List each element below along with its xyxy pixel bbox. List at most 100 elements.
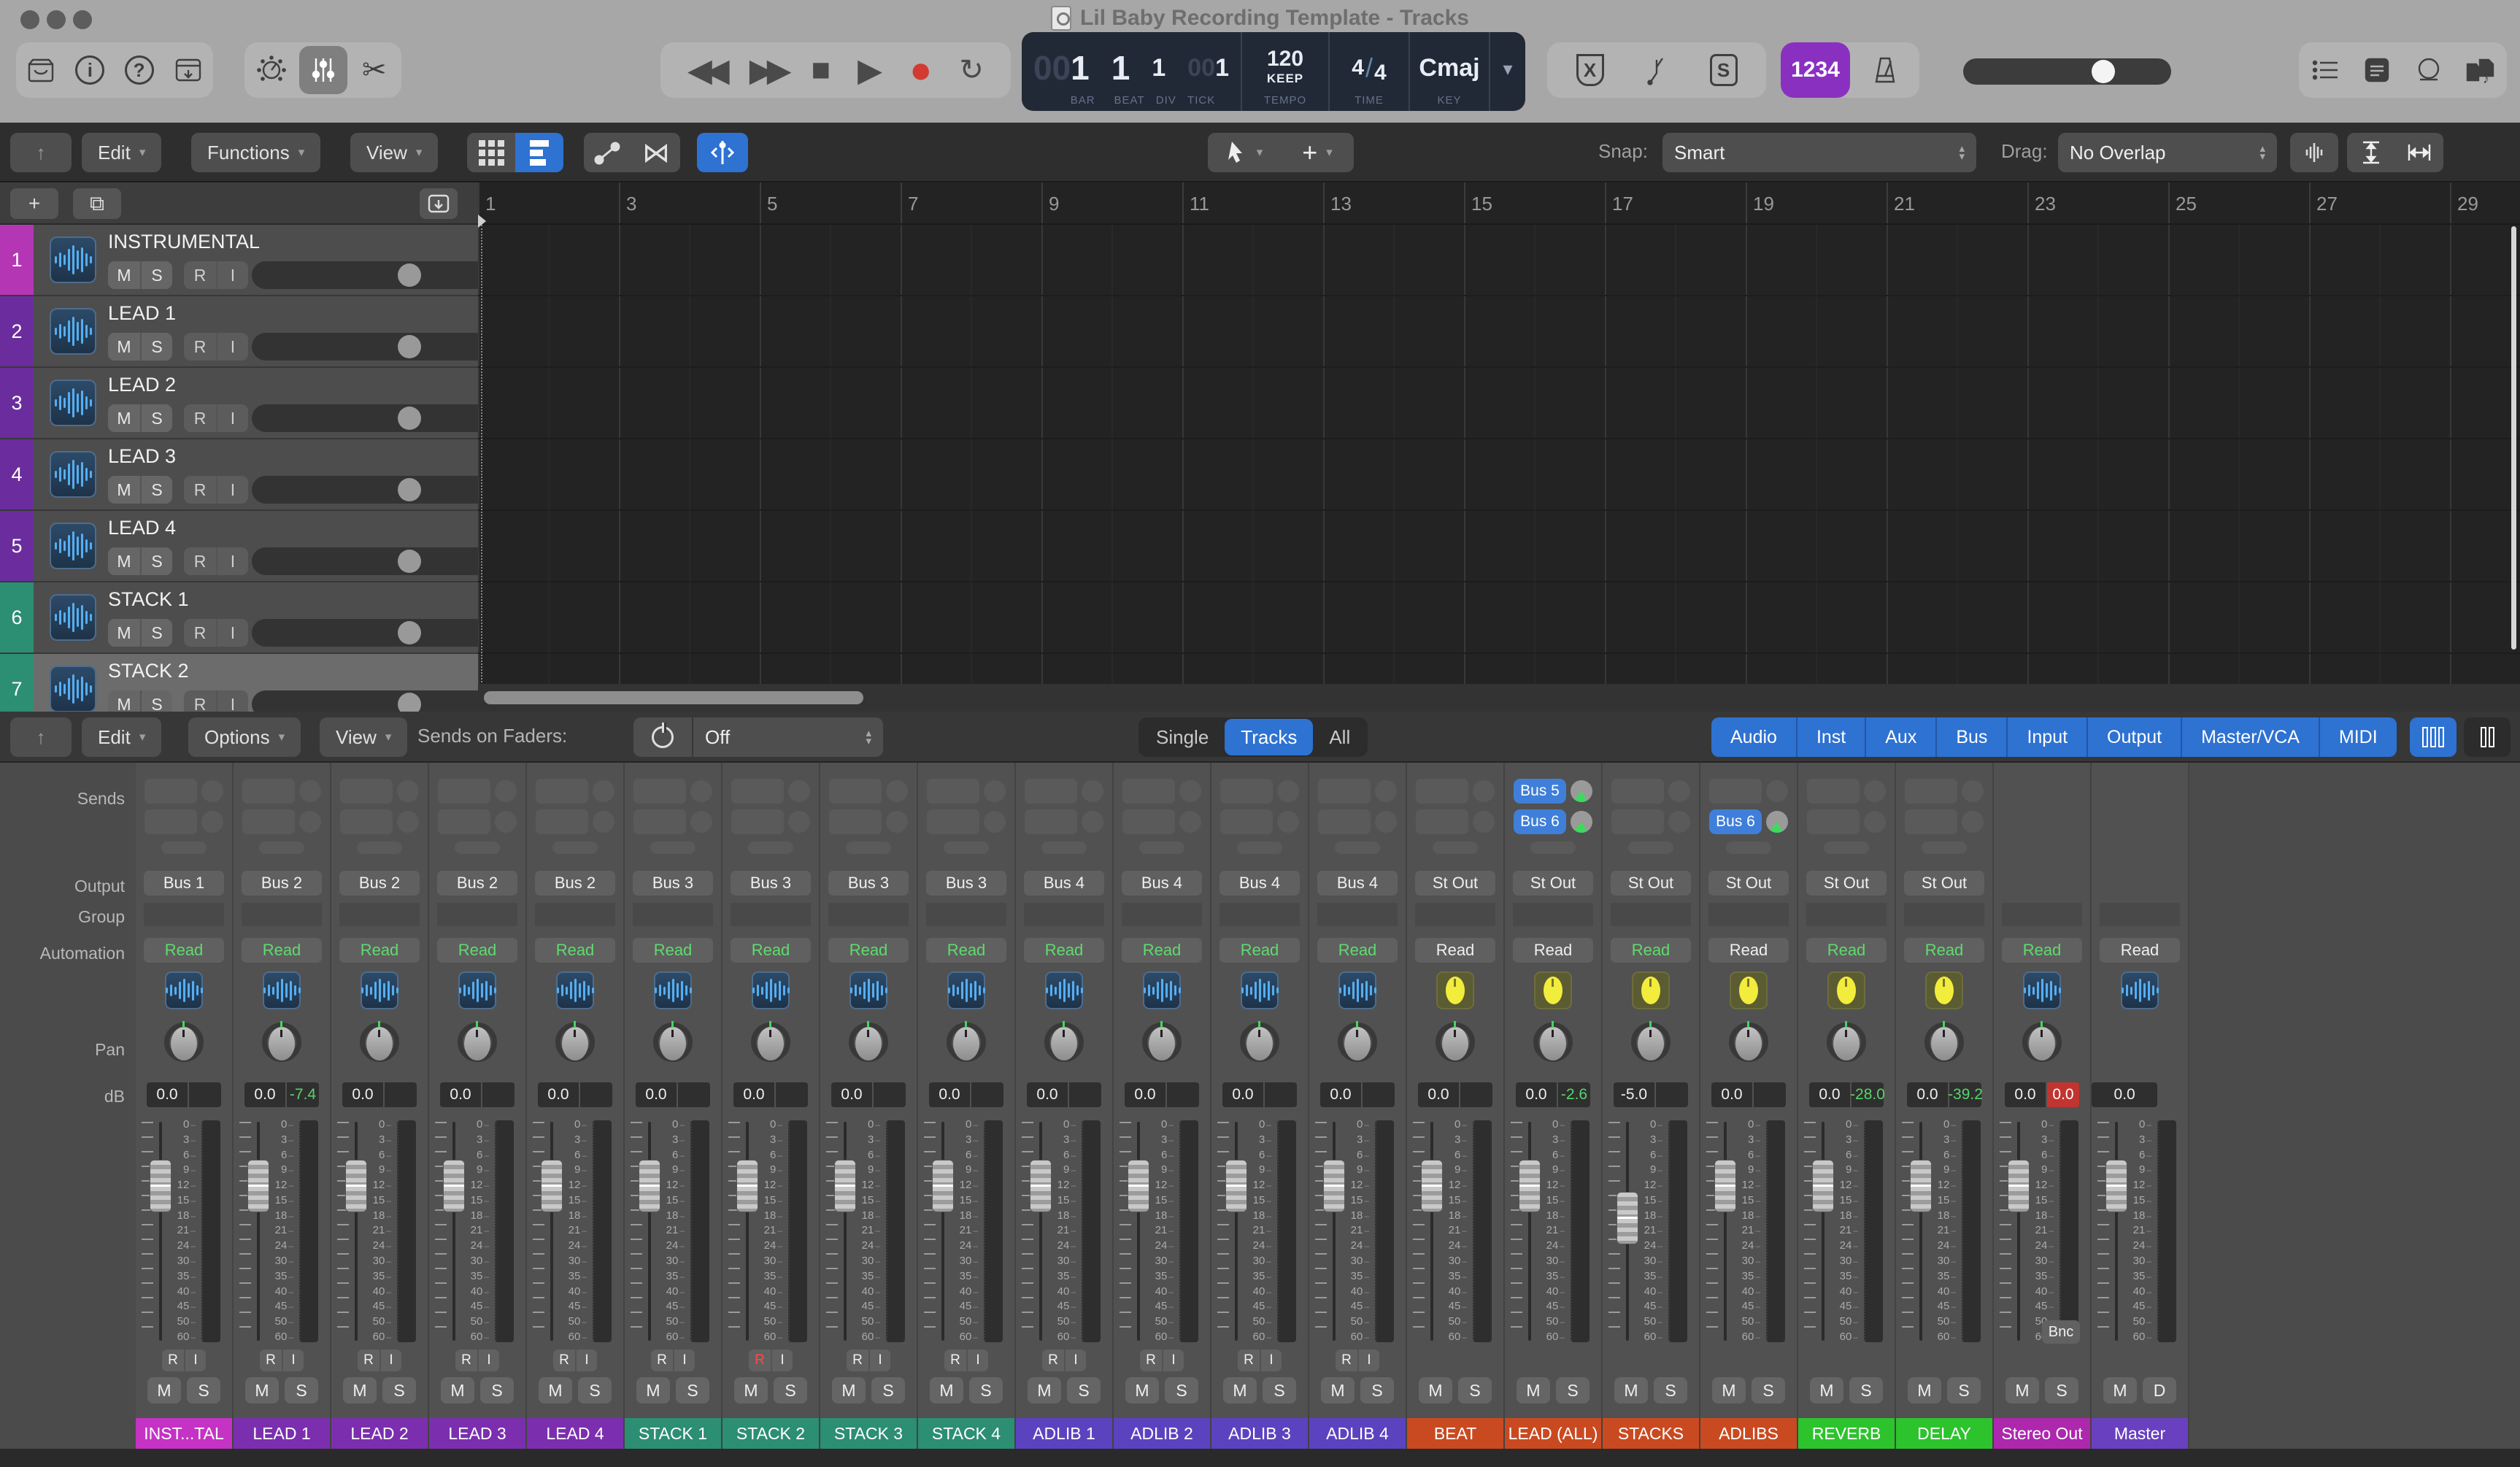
send-knob-icon[interactable] <box>201 780 223 802</box>
automation-mode-button[interactable]: Read <box>1708 938 1789 963</box>
send-slot-2[interactable] <box>1603 809 1699 834</box>
duplicate-track-button[interactable]: ⧉ <box>73 188 121 219</box>
channel-strip[interactable]: Bus 1 Read 0.0 0369121518212430354045506… <box>136 763 234 1449</box>
group-slot[interactable] <box>1611 903 1691 926</box>
send-knob-icon[interactable] <box>984 811 1006 833</box>
channel-name-label[interactable]: DELAY <box>1896 1418 1992 1449</box>
fader-handle[interactable] <box>1128 1160 1149 1212</box>
volume-value[interactable]: 0.0 <box>1418 1082 1459 1107</box>
inspector-info-icon[interactable]: i <box>66 46 114 94</box>
pointer-tool-menu[interactable]: ▾ <box>1208 133 1281 172</box>
filter-inst[interactable]: Inst <box>1797 717 1866 757</box>
record-enable-button[interactable]: R <box>184 261 216 289</box>
automation-mode-button[interactable]: Read <box>437 938 517 963</box>
peak-level-value[interactable]: 0.0 <box>2047 1082 2079 1107</box>
channel-strip[interactable]: Bus 2 Read 0.0 0369121518212430354045506… <box>331 763 429 1449</box>
send-slot-3[interactable] <box>1700 842 1797 854</box>
input-monitor-button[interactable]: I <box>1260 1349 1282 1371</box>
pan-knob[interactable] <box>849 1023 888 1063</box>
notes-icon[interactable] <box>2353 46 2401 94</box>
stop-button[interactable]: ■ <box>811 52 831 88</box>
volume-value[interactable]: 0.0 <box>929 1082 970 1107</box>
group-slot[interactable] <box>1219 903 1300 926</box>
channel-name-label[interactable]: ADLIB 4 <box>1309 1418 1406 1449</box>
fader-handle[interactable] <box>639 1160 660 1212</box>
record-enable-button[interactable]: R <box>184 476 216 504</box>
input-monitor-button[interactable]: I <box>216 476 248 504</box>
track-row[interactable]: 1 INSTRUMENTAL M S R I <box>0 225 478 296</box>
automation-mode-button[interactable]: Read <box>828 938 909 963</box>
record-enable-button[interactable]: R <box>1336 1349 1357 1371</box>
send-slot-2[interactable]: Bus 6 <box>1700 809 1797 834</box>
fader-handle[interactable] <box>2105 1160 2127 1212</box>
send-slot-1[interactable] <box>723 779 819 804</box>
fader-handle[interactable] <box>1812 1160 1834 1212</box>
fader-handle[interactable] <box>1714 1160 1736 1212</box>
track-number[interactable]: 1 <box>0 225 34 295</box>
editors-scissors-icon[interactable]: ✂ <box>350 46 398 94</box>
record-enable-button[interactable]: R <box>1042 1349 1064 1371</box>
mixer-view-mode-single[interactable]: Single <box>1140 719 1225 755</box>
send-knob-icon[interactable] <box>593 780 614 802</box>
track-name[interactable]: LEAD 1 <box>108 302 176 325</box>
solo-button[interactable]: S <box>140 547 172 575</box>
input-monitor-button[interactable]: I <box>216 619 248 647</box>
send-slot-2[interactable] <box>234 809 330 834</box>
track-row[interactable]: 4 LEAD 3 M S R I <box>0 439 478 511</box>
track-volume-slider[interactable] <box>252 404 493 432</box>
track-row[interactable]: 6 STACK 1 M S R I <box>0 582 478 654</box>
loop-browser-icon[interactable] <box>2405 46 2453 94</box>
volume-value[interactable]: 0.0 <box>1222 1082 1263 1107</box>
record-enable-button[interactable]: R <box>553 1349 575 1371</box>
solo-button[interactable]: S <box>1165 1377 1198 1404</box>
automation-mode-button[interactable]: Read <box>2100 938 2180 963</box>
record-enable-button[interactable]: R <box>184 547 216 575</box>
volume-value[interactable]: 0.0 <box>1027 1082 1068 1107</box>
send-knob-icon[interactable] <box>1375 780 1397 802</box>
solo-button[interactable]: S <box>187 1377 220 1404</box>
bar-ruler[interactable]: 1357911131517192123252729 <box>478 182 2520 225</box>
send-slot-2[interactable] <box>820 809 917 834</box>
send-slot-2[interactable] <box>1016 809 1112 834</box>
send-knob-icon[interactable] <box>1864 811 1886 833</box>
track-name[interactable]: STACK 2 <box>108 660 189 682</box>
lcd-position[interactable]: 001 1 1 001 BAR BEAT DIV TICK <box>1022 32 1241 111</box>
vertical-scrollbar-thumb[interactable] <box>2511 226 2516 650</box>
volume-value[interactable]: 0.0 <box>1125 1082 1165 1107</box>
track-name[interactable]: INSTRUMENTAL <box>108 231 260 253</box>
crossfade-icon[interactable]: ⋈ <box>632 133 680 172</box>
mute-button[interactable]: M <box>245 1377 279 1404</box>
horizontal-scrollbar[interactable] <box>478 684 2520 712</box>
send-slot-3[interactable] <box>723 842 819 854</box>
track-number[interactable]: 3 <box>0 368 34 438</box>
channel-type-icon[interactable] <box>458 971 496 1009</box>
waveform-zoom-icon[interactable] <box>2290 133 2338 172</box>
arrange-grid[interactable] <box>478 225 2520 712</box>
mute-button[interactable]: M <box>1028 1377 1061 1404</box>
channel-name-label[interactable]: LEAD 4 <box>527 1418 623 1449</box>
send-slot-1[interactable] <box>820 779 917 804</box>
drag-select[interactable]: No Overlap ▴▾ <box>2058 133 2277 172</box>
solo-button[interactable]: S <box>1947 1377 1981 1404</box>
fader-handle[interactable] <box>1225 1160 1247 1212</box>
channel-strip[interactable]: St Out Read 0.0 -28.0 036912151821243035… <box>1798 763 1896 1449</box>
channel-strip[interactable]: Bus 6 St Out Read 0.0 036912151821243035… <box>1700 763 1798 1449</box>
automation-mode-button[interactable]: Read <box>1317 938 1398 963</box>
group-slot[interactable] <box>2100 903 2180 926</box>
tracks-view-icon[interactable] <box>515 133 563 172</box>
add-track-button[interactable]: + <box>10 188 58 219</box>
sends-on-faders-power-icon[interactable] <box>633 717 692 757</box>
horizontal-auto-zoom-icon[interactable] <box>2395 133 2443 172</box>
send-slot-3[interactable] <box>1016 842 1112 854</box>
pan-knob[interactable] <box>262 1023 301 1063</box>
fader-handle[interactable] <box>1421 1160 1443 1212</box>
mute-button[interactable]: M <box>108 547 140 575</box>
volume-value[interactable]: 0.0 <box>538 1082 579 1107</box>
channel-name-label[interactable]: STACK 1 <box>625 1418 721 1449</box>
solo-button[interactable]: S <box>2045 1377 2078 1404</box>
record-enable-button[interactable]: R <box>651 1349 673 1371</box>
tracks-edit-menu[interactable]: Edit▾ <box>82 133 161 172</box>
peak-level-value[interactable] <box>1754 1082 1786 1107</box>
volume-value[interactable]: 0.0 <box>1711 1082 1752 1107</box>
send-knob-icon[interactable] <box>690 780 712 802</box>
